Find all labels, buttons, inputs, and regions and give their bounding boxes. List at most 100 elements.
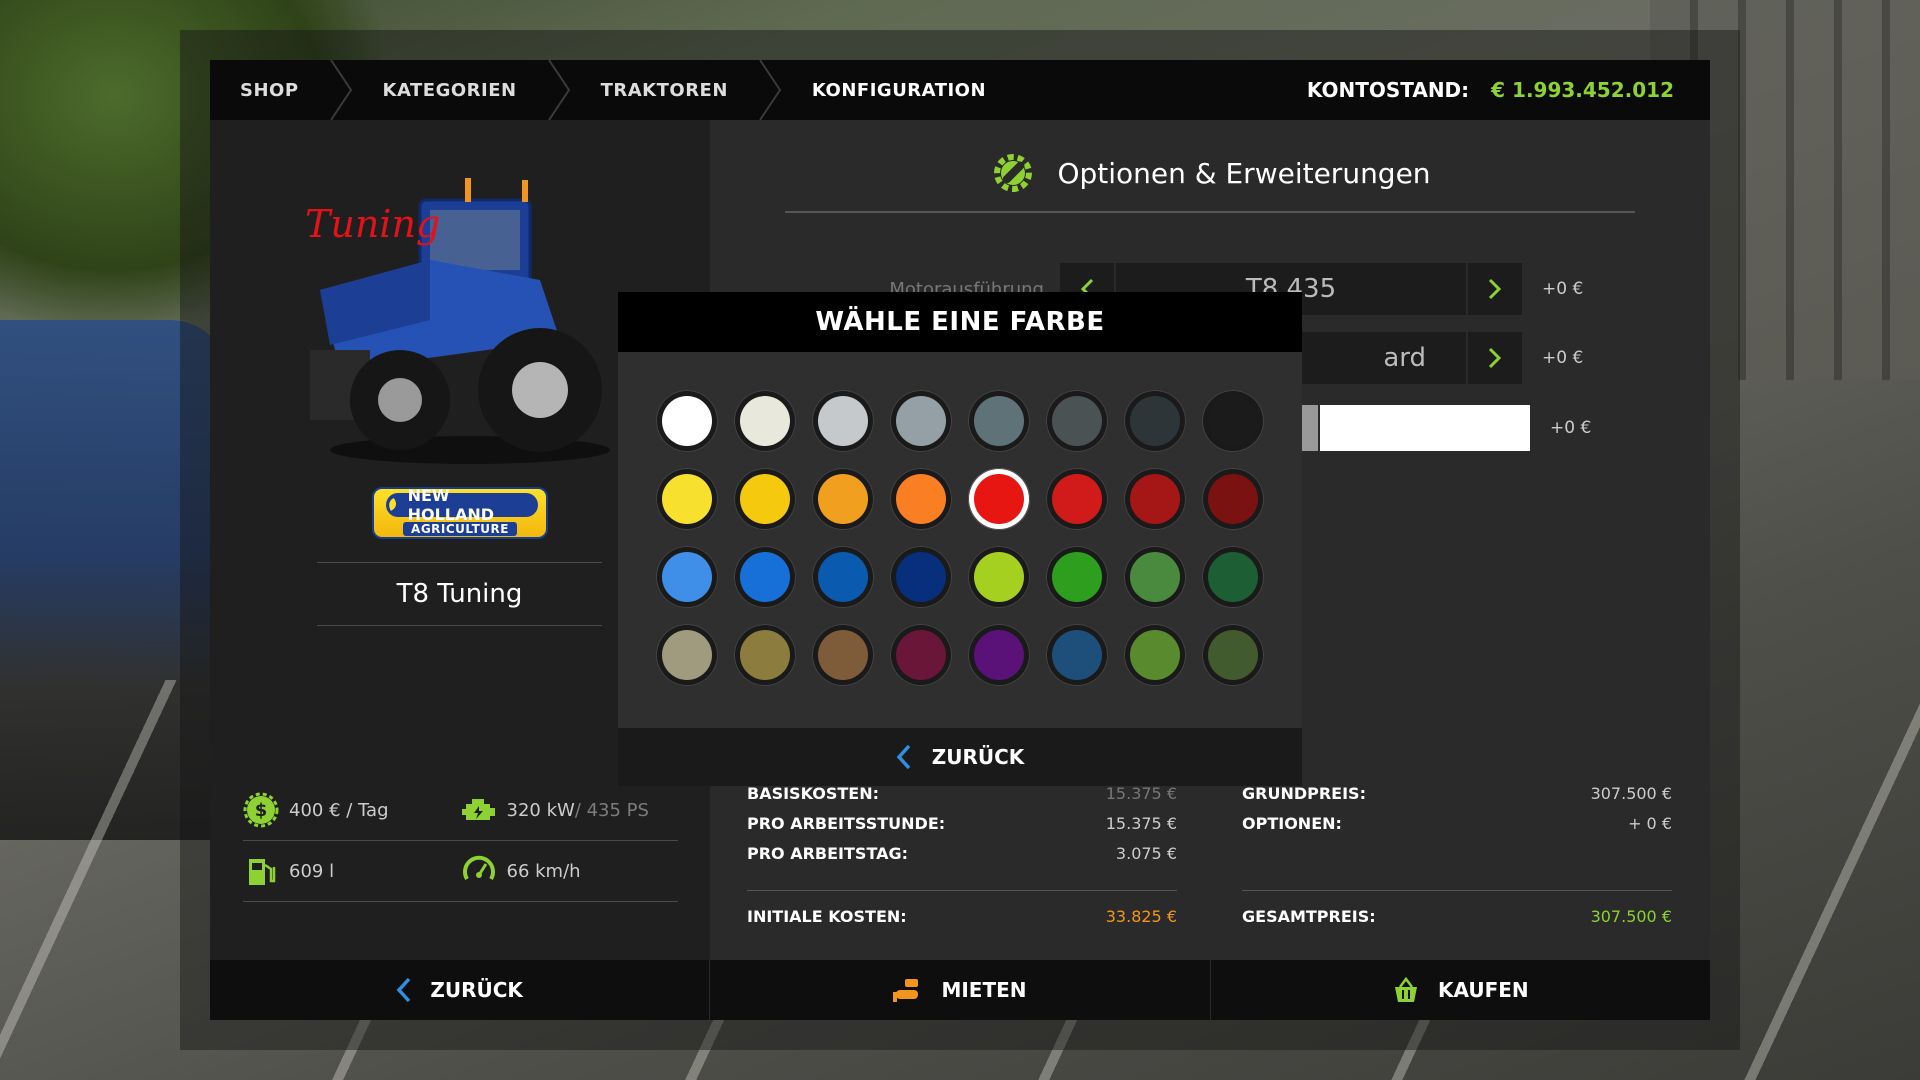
cost-value: 15.375 €	[1105, 813, 1177, 833]
wrench-gear-icon	[994, 154, 1033, 192]
color-swatch-fill	[974, 630, 1024, 680]
cost-value: 307.500 €	[1590, 783, 1672, 803]
cost-line: PRO ARBEITSTAG: 3.075 €	[747, 838, 1177, 868]
color-swatch[interactable]	[812, 546, 874, 608]
balance-label: KONTOSTAND:	[1306, 78, 1470, 102]
config-next-button[interactable]	[1468, 263, 1522, 315]
color-swatch[interactable]	[890, 390, 952, 452]
color-swatch[interactable]	[1046, 546, 1108, 608]
color-swatch[interactable]	[656, 390, 718, 452]
color-swatch-fill	[1208, 474, 1258, 524]
stat-fuel: 609 l	[243, 853, 461, 889]
color-swatch[interactable]	[890, 624, 952, 686]
cost-value: 3.075 €	[1115, 843, 1177, 863]
color-swatch[interactable]	[968, 468, 1030, 530]
color-swatch[interactable]	[734, 546, 796, 608]
color-swatch[interactable]	[656, 546, 718, 608]
tuning-badge: Tuning	[305, 202, 441, 246]
color-swatch-fill	[818, 630, 868, 680]
color-swatch[interactable]	[1046, 390, 1108, 452]
color-swatch-fill	[662, 552, 712, 602]
color-swatch[interactable]	[890, 468, 952, 530]
initial-cost-line: INITIALE KOSTEN: 33.825 €	[747, 890, 1177, 941]
color-swatch-fill	[896, 630, 946, 680]
color-swatch-fill	[1052, 552, 1102, 602]
leaf-icon	[389, 498, 397, 511]
color-swatch-fill	[740, 552, 790, 602]
color-swatch[interactable]	[968, 390, 1030, 452]
cost-value: 15.375 €	[1105, 783, 1177, 803]
back-button[interactable]: ZURÜCK	[210, 960, 711, 1020]
chevron-left-icon	[397, 977, 411, 1003]
chevron-left-icon	[896, 744, 911, 770]
color-swatch-fill	[1208, 396, 1258, 446]
color-swatch-fill	[1052, 396, 1102, 446]
vehicle-name: T8 Tuning	[317, 562, 602, 626]
color-swatch-fill	[818, 552, 868, 602]
color-preview[interactable]	[1320, 405, 1530, 451]
cost-line: OPTIONEN: + 0 €	[1242, 808, 1672, 838]
color-swatch[interactable]	[812, 624, 874, 686]
rent-button[interactable]: MIETEN	[710, 960, 1211, 1020]
breadcrumb-konfiguration[interactable]: KONFIGURATION	[782, 60, 1016, 120]
color-swatch-fill	[1130, 552, 1180, 602]
cost-label: INITIALE KOSTEN:	[747, 906, 907, 926]
color-swatch[interactable]	[656, 624, 718, 686]
breadcrumb-traktoren[interactable]: TRAKTOREN	[571, 60, 758, 120]
color-swatch[interactable]	[1046, 624, 1108, 686]
stat-speed: 66 km/h	[461, 853, 679, 889]
breadcrumb-shop[interactable]: SHOP	[210, 60, 329, 120]
color-swatch[interactable]	[1124, 624, 1186, 686]
color-swatch[interactable]	[734, 390, 796, 452]
chevron-right-icon	[1488, 278, 1502, 300]
buy-label: KAUFEN	[1437, 978, 1529, 1002]
color-swatch-fill	[896, 552, 946, 602]
config-price: +0 €	[1542, 348, 1584, 368]
buy-button[interactable]: KAUFEN	[1211, 960, 1710, 1020]
color-swatch[interactable]	[1124, 390, 1186, 452]
color-swatch[interactable]	[656, 468, 718, 530]
basket-icon	[1394, 976, 1417, 1002]
config-next-button[interactable]	[1468, 332, 1522, 384]
engine-icon	[461, 799, 495, 820]
color-swatch[interactable]	[968, 624, 1030, 686]
color-swatch[interactable]	[968, 546, 1030, 608]
color-swatch-fill	[662, 396, 712, 446]
color-swatch[interactable]	[734, 624, 796, 686]
color-picker-back-button[interactable]: ZURÜCK	[618, 728, 1302, 786]
color-swatch[interactable]	[1046, 468, 1108, 530]
color-swatch[interactable]	[812, 390, 874, 452]
config-row-color[interactable]: +0 €	[1288, 402, 1630, 454]
svg-text:$: $	[255, 800, 268, 821]
cost-line: PRO ARBEITSSTUNDE: 15.375 €	[747, 808, 1177, 838]
brand-subtitle: AGRICULTURE	[403, 522, 517, 536]
rental-costs: BASISKOSTEN: 15.375 € PRO ARBEITSSTUNDE: 1…	[747, 778, 1177, 926]
color-swatch-fill	[1208, 552, 1258, 602]
cost-label: OPTIONEN:	[1242, 813, 1342, 833]
color-swatch[interactable]	[1202, 624, 1264, 686]
speedometer-icon	[462, 855, 495, 881]
chevron-right-icon	[329, 60, 353, 120]
color-swatch-fill	[974, 474, 1024, 524]
color-swatch[interactable]	[1202, 546, 1264, 608]
color-swatch[interactable]	[1124, 468, 1186, 530]
color-swatch[interactable]	[734, 468, 796, 530]
color-swatch[interactable]	[890, 546, 952, 608]
cost-per-day-value: 400 € / Tag	[289, 799, 389, 821]
dollar-gear-icon: $	[243, 792, 279, 828]
color-swatch[interactable]	[1202, 468, 1264, 530]
breadcrumb-kategorien[interactable]: KATEGORIEN	[353, 60, 547, 120]
max-speed: 66 km/h	[506, 860, 581, 882]
color-swatch-fill	[1130, 396, 1180, 446]
color-swatch-fill	[1052, 630, 1102, 680]
color-swatch[interactable]	[1202, 390, 1264, 452]
color-swatch[interactable]	[1124, 546, 1186, 608]
options-title: Optionen & Erweiterungen	[1057, 156, 1431, 190]
cost-label: PRO ARBEITSSTUNDE:	[747, 813, 946, 833]
fuel-pump-icon	[249, 859, 276, 885]
cost-line: GRUNDPREIS: 307.500 €	[1242, 778, 1672, 808]
color-swatch[interactable]	[812, 468, 874, 530]
cost-label: PRO ARBEITSTAG:	[747, 843, 909, 863]
color-picker-title: WÄHLE EINE FARBE	[618, 292, 1302, 352]
balance-amount: € 1.993.452.012	[1491, 78, 1674, 102]
